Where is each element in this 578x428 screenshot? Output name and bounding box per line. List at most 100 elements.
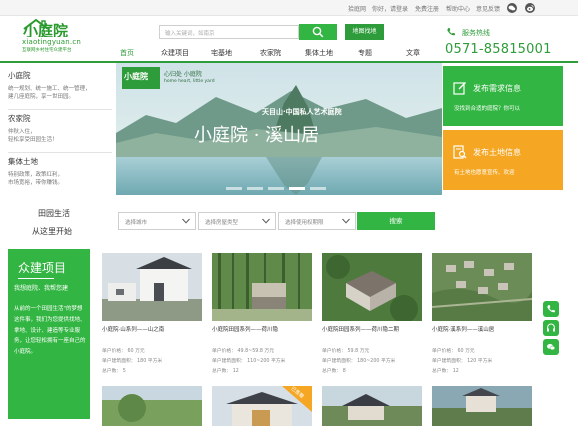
logo-domain: xiaotingyuan.cn <box>22 38 82 46</box>
banner-title: 小庭院 · 溪山居 <box>194 125 320 146</box>
hotline-label: 服务热线 <box>462 29 490 37</box>
crowd-title: 众建项目 <box>18 261 67 275</box>
banner-dot[interactable] <box>226 187 242 190</box>
project-photo[interactable] <box>432 386 532 426</box>
project-photo <box>432 253 532 321</box>
category-small-yard[interactable]: 小庭院 统一规划、统一施工、统一管理， 建几座庭院，享一世田园。 <box>8 70 112 110</box>
project-name[interactable]: 小庭院·山系列——山之南 <box>102 325 164 333</box>
project-price: 单户价格： 59.8 万元 <box>322 349 370 354</box>
top-link-home[interactable]: 拾庭网 <box>348 4 366 13</box>
phone-icon <box>447 28 455 36</box>
project-area: 单户建筑面积： 180~200 平方米 <box>322 359 396 364</box>
nav-articles[interactable]: 文章 <box>406 48 420 58</box>
map-find-land-button[interactable]: 地图找地 <box>345 24 384 40</box>
hero-banner[interactable]: 小庭院 心归处 小庭院 home heart, little yard 天目山·… <box>116 63 442 195</box>
banner-dot[interactable] <box>310 187 326 190</box>
project-households: 总户数： 5 <box>102 369 126 374</box>
top-link-login[interactable]: 你好，请登录 <box>372 4 408 13</box>
banner-dot-active[interactable] <box>289 187 305 190</box>
filter-search-button[interactable]: 搜索 <box>357 212 435 230</box>
select-placeholder: 选择使用权期限 <box>285 220 324 226</box>
nav-topics[interactable]: 专题 <box>358 48 372 58</box>
chevron-down-icon <box>262 218 270 224</box>
wechat-icon[interactable] <box>507 3 517 13</box>
float-service-button[interactable] <box>543 320 559 336</box>
project-card[interactable]: 小庭院·溪系列——溪山居 单户价格： 60 万元 单户建筑面积： 120 平方米… <box>432 253 532 378</box>
nav-home[interactable]: 首页 <box>120 48 134 58</box>
tab-country-life[interactable]: 田园生活 <box>38 208 70 219</box>
logo-slogan: 互联网乡村住宅众建平台 <box>22 48 72 53</box>
crowd-divider <box>18 278 54 279</box>
project-photo <box>102 253 202 321</box>
category-collective-land[interactable]: 集体土地 特别政策，政策红利， 市场宽裕，带你赚钱。 <box>8 156 112 194</box>
search-icon <box>312 26 324 38</box>
nav-farmhouse[interactable]: 农家院 <box>260 48 281 58</box>
term-select[interactable]: 选择使用权期限 <box>278 212 356 230</box>
banner-dot[interactable] <box>247 187 263 190</box>
project-card[interactable]: 小庭院·山系列——山之南 单户价格： 60 万元 单户建筑面积： 180 平方米… <box>102 253 202 378</box>
project-price: 单户价格： 60 万元 <box>102 349 145 354</box>
project-photo[interactable] <box>102 386 202 426</box>
site-logo[interactable]: 小庭院 xiaotingyuan.cn 互联网乡村住宅众建平台 <box>22 17 88 55</box>
crowd-projects-panel[interactable]: 众建项目 我想庭院、我帮您建 从前的一个田园生活"的梦想这件事，我们为您提供找地… <box>8 249 90 419</box>
category-farmhouse[interactable]: 农家院 仲秋入住， 轻松享受田园生活！ <box>8 113 112 153</box>
nav-collective-land[interactable]: 集体土地 <box>305 48 333 58</box>
nav-crowd-projects[interactable]: 众建项目 <box>161 48 189 58</box>
project-name[interactable]: 小庭院·溪系列——溪山居 <box>432 325 494 333</box>
category-desc: 仲秋入住， <box>8 129 36 135</box>
post-demand-card[interactable]: 发布需求信息 没找到合适的庭院？你可以 <box>443 66 563 126</box>
search-input[interactable]: 输入关键词，如南京 <box>159 25 299 39</box>
category-desc: 特别政策，政策红利， <box>8 172 64 178</box>
edit-icon <box>453 82 466 95</box>
promo-title: 发布需求信息 <box>473 84 521 93</box>
tab-start-here[interactable]: 从这里开始 <box>32 226 72 237</box>
project-photo <box>212 253 312 321</box>
project-name[interactable]: 小庭院田园系列——荷川隐二期 <box>322 325 399 333</box>
float-phone-button[interactable] <box>543 301 559 317</box>
weibo-icon[interactable] <box>525 3 535 13</box>
project-name[interactable]: 小庭院田园系列——荷川隐 <box>212 325 278 333</box>
project-area: 单户建筑面积： 110~200 平方米 <box>212 359 286 364</box>
banner-pager[interactable] <box>226 187 326 190</box>
promo-subtitle: 没找到合适的庭院？你可以 <box>454 106 521 112</box>
project-card[interactable]: 小庭院田园系列——荷川隐二期 单户价格： 59.8 万元 单户建筑面积： 180… <box>322 253 422 378</box>
crowd-slogan: 我想庭院、我帮您建 <box>14 285 69 292</box>
project-households: 总户数： 12 <box>212 369 239 374</box>
top-link-feedback[interactable]: 意见反馈 <box>476 4 500 13</box>
float-wechat-button[interactable] <box>543 339 559 355</box>
project-price: 单户价格： 60 万元 <box>432 349 475 354</box>
logo-house-mark: 小庭院 <box>23 18 68 37</box>
document-search-icon <box>453 145 467 159</box>
project-price: 单户价格： 49.8~59.8 万元 <box>212 349 275 354</box>
promo-title: 发布土地信息 <box>473 148 521 157</box>
top-bar: 拾庭网 你好，请登录 免费注册 帮助中心 意见反馈 <box>0 0 578 16</box>
project-photo[interactable]: 已售罄 <box>212 386 312 426</box>
category-desc: 轻松享受田园生活！ <box>8 137 58 143</box>
phone-icon <box>547 305 555 313</box>
chevron-down-icon <box>342 218 350 224</box>
project-area: 单户建筑面积： 120 平方米 <box>432 359 493 364</box>
project-households: 总户数： 12 <box>432 369 459 374</box>
category-desc: 统一规划、统一施工、统一管理， <box>8 86 91 92</box>
category-desc: 市场宽裕，带你赚钱。 <box>8 180 64 186</box>
post-land-card[interactable]: 发布土地信息 有土地也愿意宣传、欢迎 <box>443 130 563 190</box>
top-link-register[interactable]: 免费注册 <box>415 4 439 13</box>
banner-dot[interactable] <box>268 187 284 190</box>
project-photo <box>322 253 422 321</box>
category-title: 农家院 <box>8 114 31 123</box>
chevron-down-icon <box>182 218 190 224</box>
category-title: 集体土地 <box>8 157 38 166</box>
project-card[interactable]: 小庭院田园系列——荷川隐 单户价格： 49.8~59.8 万元 单户建筑面积： … <box>212 253 312 378</box>
top-link-help[interactable]: 帮助中心 <box>446 4 470 13</box>
project-photo[interactable] <box>322 386 422 426</box>
hotline-number: 0571-85815001 <box>445 42 552 57</box>
category-title: 小庭院 <box>8 71 31 80</box>
banner-logo-text: 小庭院 <box>124 72 148 81</box>
search-button[interactable] <box>299 24 337 40</box>
nav-homestead[interactable]: 宅基地 <box>211 48 232 58</box>
select-placeholder: 选择房屋类型 <box>205 220 239 226</box>
house-type-select[interactable]: 选择房屋类型 <box>198 212 276 230</box>
project-area: 单户建筑面积： 180 平方米 <box>102 359 163 364</box>
wechat-icon <box>547 344 556 351</box>
city-select[interactable]: 选择城市 <box>118 212 196 230</box>
